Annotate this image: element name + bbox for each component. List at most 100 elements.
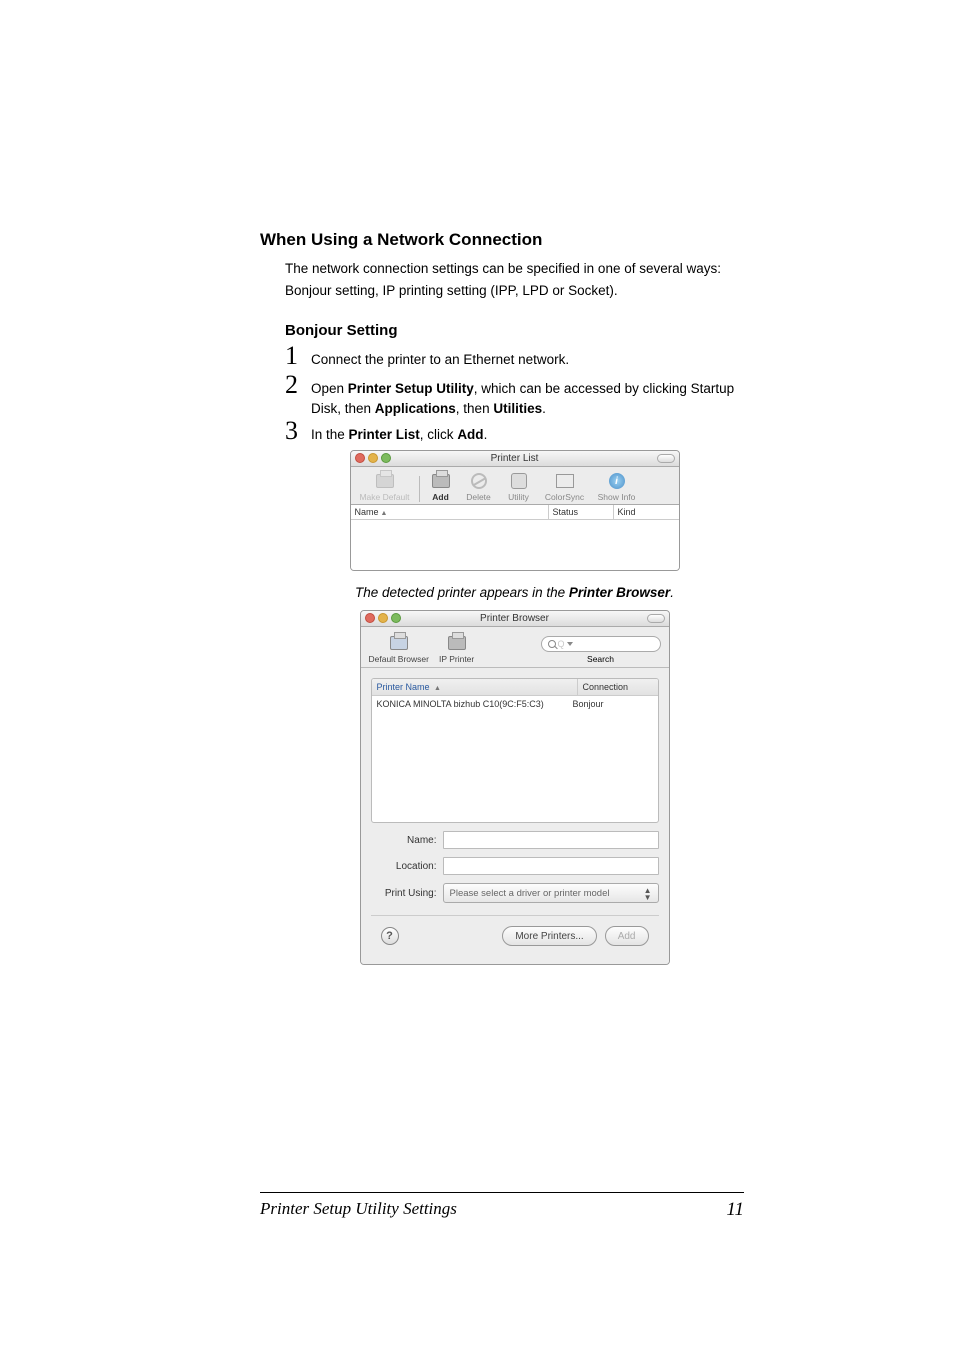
default-browser-icon xyxy=(390,636,408,650)
browser-title: Printer Browser xyxy=(480,613,549,624)
toolbar-divider xyxy=(419,476,420,502)
caption-end: . xyxy=(670,585,674,600)
search-icon xyxy=(548,640,556,648)
step-2-line-2: Disk, then Applications, then Utilities. xyxy=(311,400,744,418)
step-2-bold-2: Applications xyxy=(375,401,456,416)
location-field[interactable] xyxy=(443,857,659,875)
browser-window-controls xyxy=(365,613,401,623)
list-column-headers: Name▲ Status Kind xyxy=(351,505,679,520)
header-printer-name[interactable]: Printer Name ▲ xyxy=(372,679,578,695)
section-heading: When Using a Network Connection xyxy=(260,230,744,250)
step-1-number: 1 xyxy=(285,343,311,369)
add-button[interactable]: Add xyxy=(426,471,456,502)
printer-list-titlebar: Printer List xyxy=(351,451,679,467)
updown-icon: ▲▼ xyxy=(644,887,652,901)
step-2-pre: Open xyxy=(311,381,348,396)
zoom-icon[interactable] xyxy=(391,613,401,623)
printer-list-window: Printer List Make Default Add Delete xyxy=(350,450,680,571)
step-3-end: . xyxy=(484,427,488,442)
header-printer-name-label: Printer Name xyxy=(377,682,430,692)
delete-icon xyxy=(471,473,487,489)
add-label: Add xyxy=(432,492,449,502)
search-wrap: Q Search xyxy=(541,636,661,664)
printer-row[interactable]: KONICA MINOLTA bizhub C10(9C:F5:C3) Bonj… xyxy=(372,696,658,712)
delete-label: Delete xyxy=(466,492,491,502)
intro-line-1: The network connection settings can be s… xyxy=(285,260,744,278)
sub-heading: Bonjour Setting xyxy=(285,322,744,339)
window-controls xyxy=(355,453,391,463)
col-kind[interactable]: Kind xyxy=(614,505,679,519)
utility-button[interactable]: Utility xyxy=(502,471,536,502)
minimize-icon[interactable] xyxy=(378,613,388,623)
list-box-header: Printer Name ▲ Connection xyxy=(372,679,658,696)
name-field[interactable] xyxy=(443,831,659,849)
step-1: 1 Connect the printer to an Ethernet net… xyxy=(285,343,744,369)
more-printers-button[interactable]: More Printers... xyxy=(502,926,596,946)
page-number: 11 xyxy=(726,1199,744,1221)
label-location: Location: xyxy=(371,861,437,872)
intro-line-2: Bonjour setting, IP printing setting (IP… xyxy=(285,282,744,300)
print-using-select[interactable]: Please select a driver or printer model … xyxy=(443,883,659,903)
colorsync-button[interactable]: ColorSync xyxy=(542,471,588,502)
close-icon[interactable] xyxy=(355,453,365,463)
delete-button[interactable]: Delete xyxy=(462,471,496,502)
form-row-print-using: Print Using: Please select a driver or p… xyxy=(371,883,659,903)
step-3-pre: In the xyxy=(311,427,349,442)
close-icon[interactable] xyxy=(365,613,375,623)
step-3-bold-1: Printer List xyxy=(349,427,420,442)
printer-list-title: Printer List xyxy=(491,453,539,464)
make-default-label: Make Default xyxy=(359,492,409,502)
utility-label: Utility xyxy=(508,492,529,502)
sort-indicator-icon: ▲ xyxy=(434,685,441,692)
help-button[interactable]: ? xyxy=(381,927,399,945)
zoom-icon[interactable] xyxy=(381,453,391,463)
sort-indicator-icon: ▲ xyxy=(381,510,388,517)
printer-icon xyxy=(376,474,394,488)
header-connection[interactable]: Connection xyxy=(578,679,658,695)
default-browser-tab[interactable]: Default Browser xyxy=(369,633,429,664)
printer-row-connection: Bonjour xyxy=(573,699,653,709)
printer-list-toolbar: Make Default Add Delete Utility Col xyxy=(351,467,679,505)
minimize-icon[interactable] xyxy=(368,453,378,463)
col-status[interactable]: Status xyxy=(549,505,614,519)
form-row-location: Location: xyxy=(371,857,659,875)
toolbar-toggle-icon[interactable] xyxy=(647,614,665,623)
step-2-end: . xyxy=(542,401,546,416)
step-3-number: 3 xyxy=(285,418,311,444)
printer-browser-window: Printer Browser Default Browser IP Print… xyxy=(360,610,670,965)
browser-body: Printer Name ▲ Connection KONICA MINOLTA… xyxy=(361,668,669,964)
label-print-using: Print Using: xyxy=(371,888,437,899)
add-printer-button[interactable]: Add xyxy=(605,926,649,946)
label-name: Name: xyxy=(371,835,437,846)
search-placeholder: Q xyxy=(558,639,565,649)
step-3-bold-2: Add xyxy=(457,427,483,442)
step-3-mid: , click xyxy=(420,427,458,442)
printer-add-icon xyxy=(432,474,450,488)
step-2-bold-3: Utilities xyxy=(493,401,542,416)
step-2: 2 Open Printer Setup Utility, which can … xyxy=(285,372,744,398)
show-info-button[interactable]: i Show Info xyxy=(594,471,640,502)
colorsync-label: ColorSync xyxy=(545,492,584,502)
step-3-text: In the Printer List, click Add. xyxy=(311,426,744,444)
step-2-mid-2: , then xyxy=(456,401,494,416)
footer-title: Printer Setup Utility Settings xyxy=(260,1199,457,1221)
caption-bold: Printer Browser xyxy=(569,585,670,600)
form-row-name: Name: xyxy=(371,831,659,849)
ip-printer-tab[interactable]: IP Printer xyxy=(439,633,474,664)
show-info-label: Show Info xyxy=(598,492,636,502)
step-3: 3 In the Printer List, click Add. xyxy=(285,418,744,444)
step-1-text: Connect the printer to an Ethernet netwo… xyxy=(311,351,744,369)
toolbar-toggle-icon[interactable] xyxy=(657,454,675,463)
browser-titlebar: Printer Browser xyxy=(361,611,669,627)
step-2-number: 2 xyxy=(285,372,311,398)
col-name-label: Name xyxy=(355,507,379,517)
colorsync-icon xyxy=(556,474,574,488)
page-footer: Printer Setup Utility Settings 11 xyxy=(260,1192,744,1221)
browser-footer: ? More Printers... Add xyxy=(371,915,659,956)
print-using-value: Please select a driver or printer model xyxy=(450,888,610,899)
make-default-button[interactable]: Make Default xyxy=(357,471,413,502)
search-input[interactable]: Q xyxy=(541,636,661,652)
col-name[interactable]: Name▲ xyxy=(351,505,549,519)
utility-icon xyxy=(511,473,527,489)
printer-list-box: Printer Name ▲ Connection KONICA MINOLTA… xyxy=(371,678,659,823)
